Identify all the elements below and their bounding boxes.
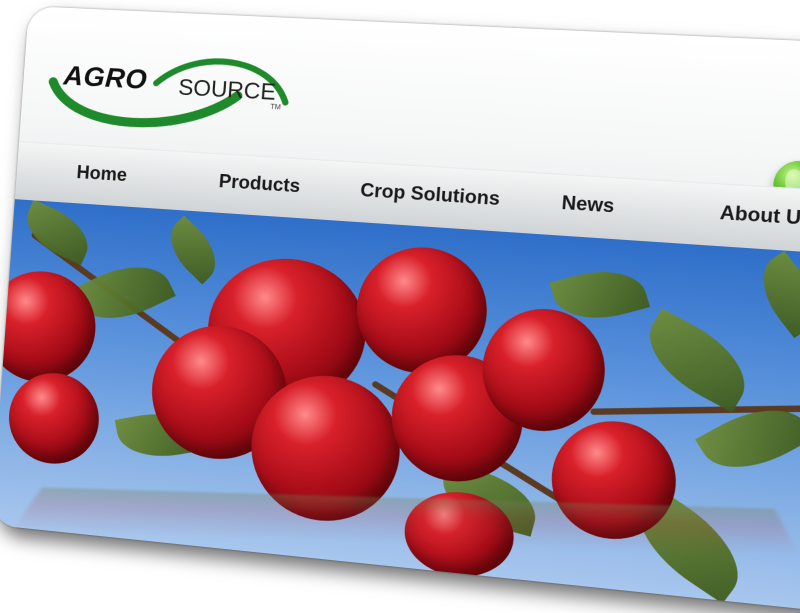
leaf: [746, 250, 800, 339]
nav-item-products[interactable]: Products: [218, 171, 301, 198]
apple: [5, 369, 103, 468]
nav-item-crop-solutions[interactable]: Crop Solutions: [360, 180, 501, 211]
leaf: [632, 308, 763, 413]
leaf: [158, 215, 229, 285]
nav-item-home[interactable]: Home: [76, 162, 128, 186]
logo-agro-text: AGRO: [62, 60, 149, 95]
logo-trademark: TM: [270, 103, 282, 112]
nav-item-news[interactable]: News: [561, 192, 615, 218]
nav-item-about-us[interactable]: About Us: [719, 202, 800, 231]
logo-source-text: SOURCE: [177, 74, 277, 105]
